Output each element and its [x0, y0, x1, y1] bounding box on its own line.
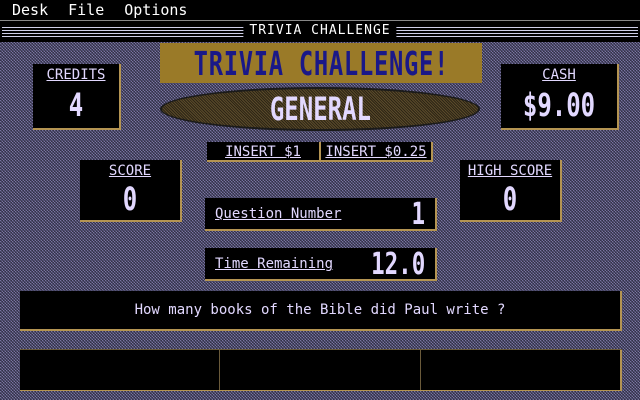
question-text: How many books of the Bible did Paul wri…	[134, 302, 506, 318]
time-remaining-value: 12.0	[370, 247, 425, 282]
high-score-box: HIGH SCORE 0	[460, 160, 562, 222]
high-score-label: HIGH SCORE	[467, 163, 553, 179]
category-oval: GENERAL	[160, 87, 480, 131]
category-name: GENERAL	[269, 90, 371, 128]
menu-bar: Desk File Options	[0, 0, 640, 20]
banner-title: TRIVIA CHALLENGE!	[193, 43, 449, 83]
answer-button-2[interactable]	[220, 350, 421, 390]
question-number-label: Question Number	[215, 206, 342, 222]
window-title-bar[interactable]: TRIVIA CHALLENGE	[0, 20, 640, 42]
cash-label: CASH	[542, 67, 576, 83]
score-label: SCORE	[108, 163, 152, 179]
question-box: How many books of the Bible did Paul wri…	[20, 291, 622, 331]
window-title: TRIVIA CHALLENGE	[243, 23, 397, 39]
score-box: SCORE 0	[80, 160, 182, 222]
time-remaining-label: Time Remaining	[215, 256, 334, 272]
menu-desk[interactable]: Desk	[4, 0, 56, 20]
answer-button-3[interactable]	[420, 350, 622, 390]
credits-box: CREDITS 4	[33, 64, 121, 130]
cash-value: $9.00	[522, 86, 596, 124]
menu-options[interactable]: Options	[116, 0, 195, 20]
answer-area	[20, 349, 622, 391]
credits-value: 4	[68, 86, 84, 124]
question-number-box: Question Number 1	[205, 197, 437, 232]
screen: Desk File Options TRIVIA CHALLENGE TRIVI…	[0, 0, 640, 400]
credits-label: CREDITS	[46, 67, 106, 83]
insert-quarter-button[interactable]: INSERT $0.25	[321, 142, 433, 162]
banner: TRIVIA CHALLENGE!	[160, 43, 482, 83]
score-value: 0	[122, 180, 138, 218]
game-window: TRIVIA CHALLENGE! CREDITS 4 CASH $9.00 G…	[0, 42, 640, 400]
insert-dollar-button[interactable]: INSERT $1	[207, 142, 321, 162]
cash-box: CASH $9.00	[501, 64, 619, 130]
menu-file[interactable]: File	[60, 0, 112, 20]
answer-button-1[interactable]	[20, 350, 221, 390]
question-number-value: 1	[411, 197, 425, 232]
time-remaining-box: Time Remaining 12.0	[205, 247, 437, 282]
high-score-value: 0	[502, 180, 518, 218]
